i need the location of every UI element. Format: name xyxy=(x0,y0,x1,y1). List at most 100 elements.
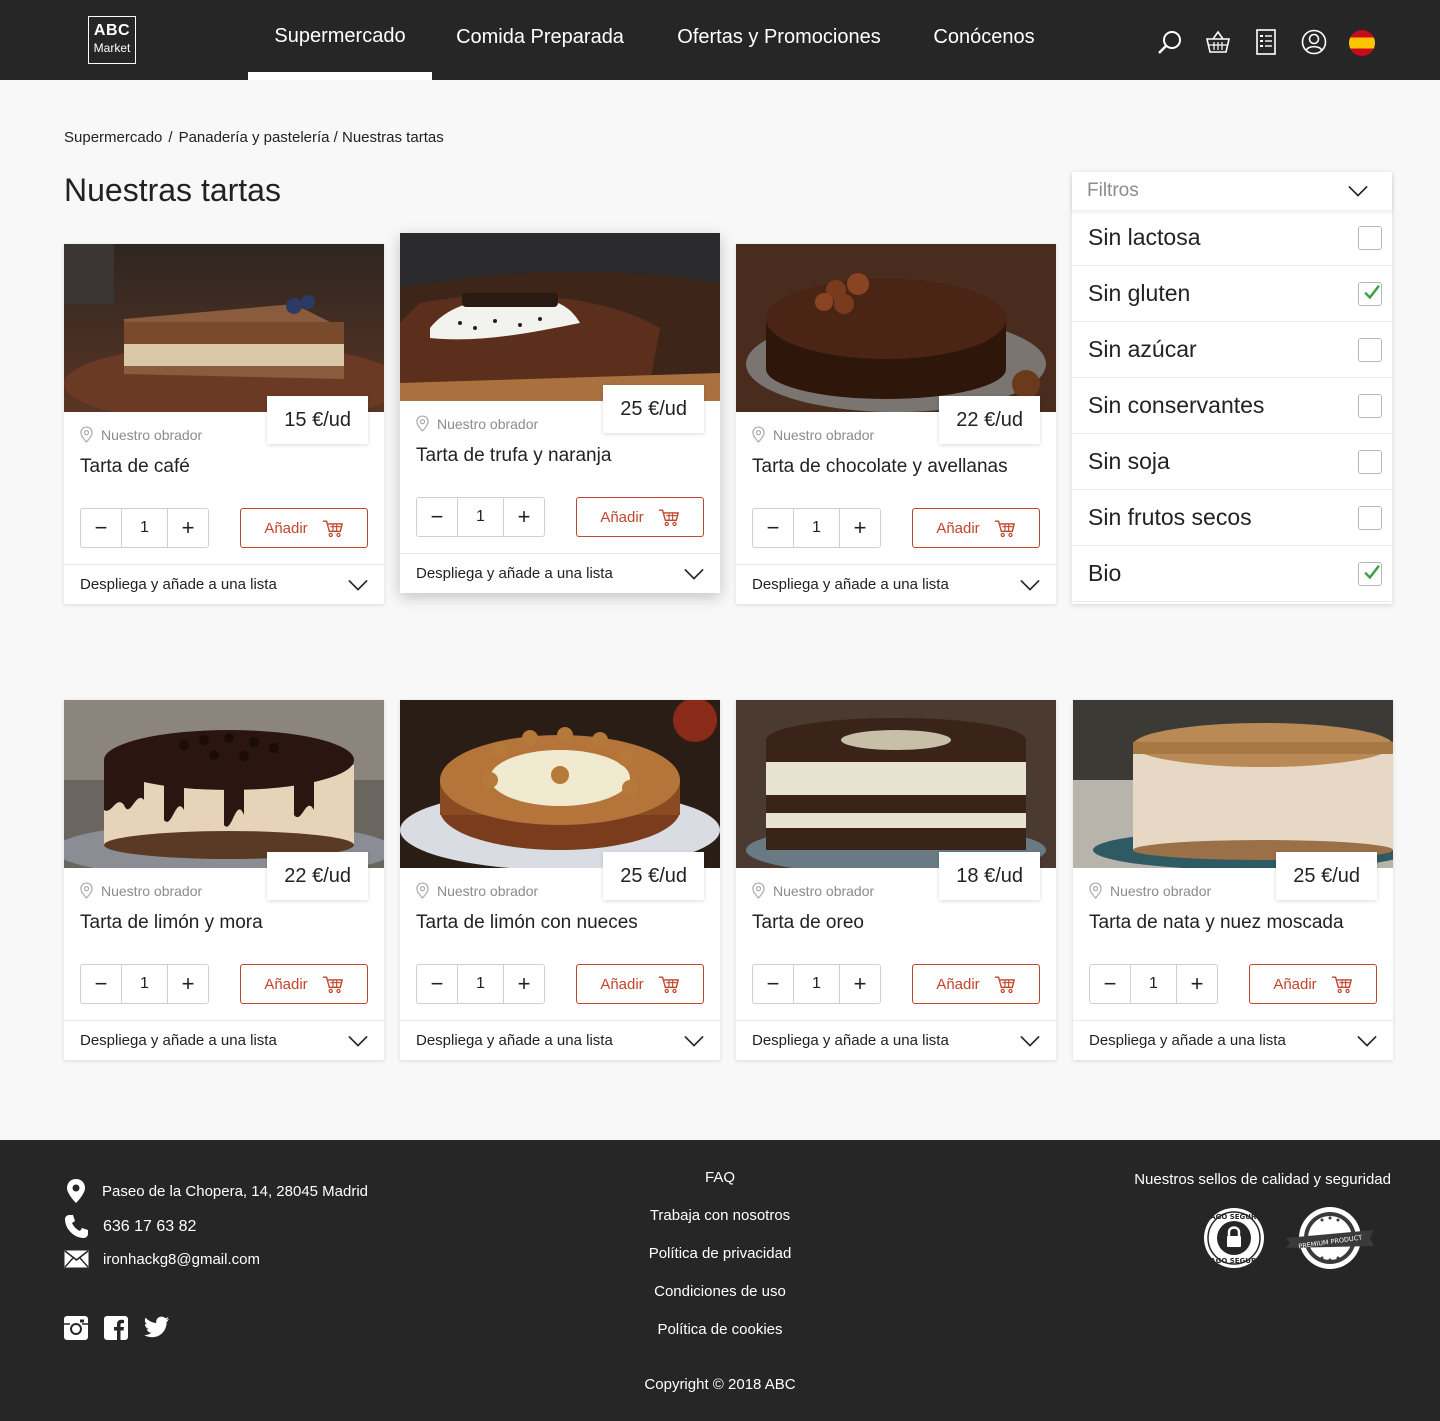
filter-option[interactable]: Sin azúcar xyxy=(1072,322,1392,378)
filter-option[interactable]: Sin conservantes xyxy=(1072,378,1392,434)
instagram-icon[interactable] xyxy=(64,1316,88,1340)
footer-link-trabaja[interactable]: Trabaja con nosotros xyxy=(520,1204,920,1242)
nav-ofertas-promociones[interactable]: Ofertas y Promociones xyxy=(648,0,910,80)
product-card: 25 €/ud Nuestro obrador Tarta de limón c… xyxy=(400,700,720,1060)
add-to-cart-button[interactable]: Añadir xyxy=(240,508,368,548)
quantity-stepper: − 1 + xyxy=(752,508,881,548)
filters-toggle[interactable]: Filtros xyxy=(1072,172,1392,210)
quantity-value[interactable]: 1 xyxy=(121,509,168,547)
product-name[interactable]: Tarta de oreo xyxy=(752,912,864,934)
product-image[interactable] xyxy=(1073,700,1393,868)
footer: Paseo de la Chopera, 14, 28045 Madrid 63… xyxy=(0,1140,1440,1421)
footer-link-privacidad[interactable]: Política de privacidad xyxy=(520,1242,920,1280)
add-to-list-dropdown[interactable]: Despliega y añade a una lista xyxy=(400,553,720,593)
spain-flag-icon[interactable] xyxy=(1348,28,1376,56)
add-to-list-dropdown[interactable]: Despliega y añade a una lista xyxy=(64,564,384,604)
filter-checkbox[interactable] xyxy=(1358,225,1382,250)
product-name[interactable]: Tarta de limón con nueces xyxy=(416,912,638,934)
social-links xyxy=(64,1316,170,1340)
quantity-value[interactable]: 1 xyxy=(1130,965,1177,1003)
search-icon[interactable] xyxy=(1156,28,1184,56)
decrement-button[interactable]: − xyxy=(417,498,457,536)
increment-button[interactable]: + xyxy=(168,509,208,547)
product-image[interactable] xyxy=(736,700,1056,868)
origin: Nuestro obrador xyxy=(80,426,202,443)
decrement-button[interactable]: − xyxy=(81,509,121,547)
breadcrumb-supermercado[interactable]: Supermercado xyxy=(64,129,162,146)
add-to-list-dropdown[interactable]: Despliega y añade a una lista xyxy=(736,1020,1056,1060)
product-image[interactable] xyxy=(400,700,720,868)
filter-checkbox[interactable] xyxy=(1358,505,1382,530)
filter-checkbox[interactable] xyxy=(1358,561,1382,586)
filter-checkbox[interactable] xyxy=(1358,337,1382,362)
filter-option[interactable]: Sin frutos secos xyxy=(1072,490,1392,546)
origin-label: Nuestro obrador xyxy=(773,426,875,443)
basket-icon[interactable] xyxy=(1204,28,1232,56)
footer-link-faq[interactable]: FAQ xyxy=(520,1166,920,1204)
product-name[interactable]: Tarta de limón y mora xyxy=(80,912,263,934)
decrement-button[interactable]: − xyxy=(417,965,457,1003)
add-to-cart-button[interactable]: Añadir xyxy=(576,964,704,1004)
product-name[interactable]: Tarta de nata y nuez moscada xyxy=(1089,912,1344,934)
nav-conocenos[interactable]: Conócenos xyxy=(910,0,1058,80)
nav-supermercado[interactable]: Supermercado xyxy=(248,0,432,80)
filter-option[interactable]: Bio xyxy=(1072,546,1392,602)
filter-checkbox[interactable] xyxy=(1358,449,1382,474)
filter-checkbox[interactable] xyxy=(1358,281,1382,306)
decrement-button[interactable]: − xyxy=(1090,965,1130,1003)
decrement-button[interactable]: − xyxy=(81,965,121,1003)
add-to-cart-button[interactable]: Añadir xyxy=(1249,964,1377,1004)
user-icon[interactable] xyxy=(1300,28,1328,56)
product-image[interactable] xyxy=(400,233,720,401)
product-image[interactable] xyxy=(736,244,1056,412)
add-to-cart-button[interactable]: Añadir xyxy=(240,964,368,1004)
increment-button[interactable]: + xyxy=(168,965,208,1003)
add-to-list-dropdown[interactable]: Despliega y añade a una lista xyxy=(64,1020,384,1060)
decrement-button[interactable]: − xyxy=(753,965,793,1003)
increment-button[interactable]: + xyxy=(840,965,880,1003)
add-to-cart-button[interactable]: Añadir xyxy=(912,508,1040,548)
increment-button[interactable]: + xyxy=(1177,965,1217,1003)
add-to-list-dropdown[interactable]: Despliega y añade a una lista xyxy=(1073,1020,1393,1060)
increment-button[interactable]: + xyxy=(840,509,880,547)
filter-option[interactable]: Sin gluten xyxy=(1072,266,1392,322)
location-pin-icon xyxy=(752,426,765,443)
decrement-button[interactable]: − xyxy=(753,509,793,547)
product-image[interactable] xyxy=(64,700,384,868)
footer-link-cookies[interactable]: Política de cookies xyxy=(520,1318,920,1356)
add-to-list-dropdown[interactable]: Despliega y añade a una lista xyxy=(400,1020,720,1060)
product-name[interactable]: Tarta de trufa y naranja xyxy=(416,445,611,467)
product-name[interactable]: Tarta de café xyxy=(80,456,190,478)
seal-text-1: PAGO SEGURO xyxy=(1206,1213,1263,1221)
quantity-value[interactable]: 1 xyxy=(793,509,840,547)
add-to-cart-button[interactable]: Añadir xyxy=(912,964,1040,1004)
filter-checkbox[interactable] xyxy=(1358,393,1382,418)
increment-button[interactable]: + xyxy=(504,498,544,536)
chevron-down-icon xyxy=(684,1035,704,1047)
nav-comida-preparada[interactable]: Comida Preparada xyxy=(432,0,648,80)
facebook-icon[interactable] xyxy=(104,1316,128,1340)
chevron-down-icon xyxy=(348,579,368,591)
location-pin-icon xyxy=(1089,882,1102,899)
product-image[interactable] xyxy=(64,244,384,412)
product-card: 18 €/ud Nuestro obrador Tarta de oreo − … xyxy=(736,700,1056,1060)
quantity-value[interactable]: 1 xyxy=(457,965,504,1003)
filter-option[interactable]: Sin lactosa xyxy=(1072,210,1392,266)
add-to-cart-button[interactable]: Añadir xyxy=(576,497,704,537)
phone-text[interactable]: 636 17 63 82 xyxy=(103,1218,196,1236)
footer-link-condiciones[interactable]: Condiciones de uso xyxy=(520,1280,920,1318)
increment-button[interactable]: + xyxy=(504,965,544,1003)
abc-market-logo[interactable]: ABC Market xyxy=(88,16,136,64)
add-to-list-dropdown[interactable]: Despliega y añade a una lista xyxy=(736,564,1056,604)
quantity-value[interactable]: 1 xyxy=(121,965,168,1003)
product-name[interactable]: Tarta de chocolate y avellanas xyxy=(752,456,1008,478)
breadcrumb-current[interactable]: Panadería y pastelería / Nuestras tartas xyxy=(179,129,444,146)
email-text[interactable]: ironhackg8@gmail.com xyxy=(103,1251,260,1268)
twitter-icon[interactable] xyxy=(144,1316,170,1338)
filter-option[interactable]: Sin soja xyxy=(1072,434,1392,490)
quantity-value[interactable]: 1 xyxy=(457,498,504,536)
shopping-list-icon[interactable] xyxy=(1252,28,1280,56)
price-tag: 22 €/ud xyxy=(267,852,368,900)
phone-icon xyxy=(65,1215,88,1238)
quantity-value[interactable]: 1 xyxy=(793,965,840,1003)
